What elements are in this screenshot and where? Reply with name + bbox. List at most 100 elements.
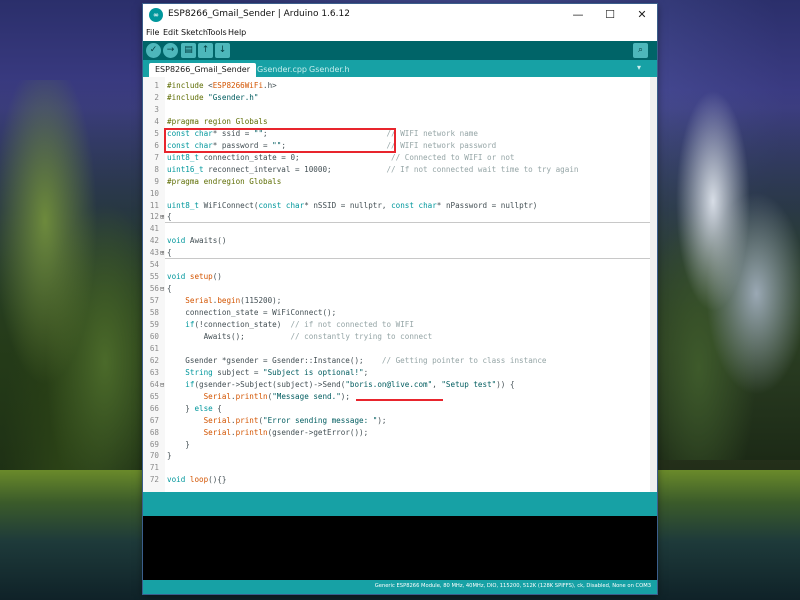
code-line[interactable]: 3 xyxy=(143,104,657,116)
title-bar[interactable]: ∞ ESP8266_Gmail_Sender | Arduino 1.6.12 … xyxy=(143,4,657,26)
maximize-button[interactable]: ☐ xyxy=(595,4,625,26)
line-number: 63 xyxy=(149,367,159,377)
code-token: uint8_t xyxy=(167,200,200,210)
code-text: connection_state = WiFiConnect(); xyxy=(167,307,336,319)
code-token: (gsender->getError()); xyxy=(267,427,369,437)
code-line[interactable]: 68 Serial.println(gsender->getError()); xyxy=(143,427,657,439)
code-line[interactable]: 70} xyxy=(143,450,657,462)
tab-esp8266-gmail-sender[interactable]: ESP8266_Gmail_Sender xyxy=(149,63,257,77)
line-number: 54 xyxy=(149,260,159,270)
code-line[interactable]: 69 } xyxy=(143,439,657,451)
line-number: 9 xyxy=(154,176,159,186)
code-token: setup xyxy=(189,272,213,282)
code-line[interactable]: 72 void loop(){} xyxy=(143,474,657,486)
menu-bar: File Edit Sketch Tools Help xyxy=(143,26,657,41)
code-line[interactable]: 4 #pragma region Globals xyxy=(143,116,657,128)
code-line[interactable]: 42 void Awaits() xyxy=(143,235,657,247)
code-line[interactable]: 7 uint8_t connection_state = 0; // Connec… xyxy=(143,152,657,164)
code-text: } xyxy=(167,439,190,451)
code-token: const xyxy=(391,200,414,210)
code-token: Awaits(); xyxy=(167,331,291,341)
code-line[interactable]: 59 if(!connection_state) // if not conne… xyxy=(143,319,657,331)
code-token: // if not connected to WIFI xyxy=(290,320,414,329)
code-line[interactable]: 58 connection_state = WiFiConnect(); xyxy=(143,307,657,319)
code-line[interactable]: 10 xyxy=(143,188,657,200)
console-output[interactable] xyxy=(143,516,657,580)
line-number: 64 xyxy=(149,379,159,389)
code-token: { xyxy=(167,248,172,258)
code-text: #pragma endregion Globals xyxy=(167,176,281,188)
code-line[interactable]: 66 } else { xyxy=(143,403,657,415)
minimize-button[interactable]: — xyxy=(563,4,593,26)
code-token: #include xyxy=(167,92,209,102)
code-text: #pragma region Globals xyxy=(167,116,268,128)
verify-button[interactable]: ✓ xyxy=(146,43,161,58)
upload-button[interactable]: → xyxy=(163,43,178,58)
code-line[interactable]: 63 String subject = "Subject is optional… xyxy=(143,367,657,379)
toolbar: ✓ → ▤ ↑ ↓ ⌕ xyxy=(143,41,657,60)
menu-file[interactable]: File xyxy=(146,28,159,37)
code-token: { xyxy=(167,212,172,222)
line-number: 7 xyxy=(154,152,159,162)
serial-monitor-button[interactable]: ⌕ xyxy=(633,43,648,58)
code-text: } else { xyxy=(167,403,222,415)
code-line[interactable]: 62 Gsender *gsender = Gsender::Instance(… xyxy=(143,355,657,367)
code-token: } xyxy=(167,439,190,449)
code-line[interactable]: 41 xyxy=(143,223,657,235)
code-line[interactable]: 8 uint16_t reconnect_interval = 10000; //… xyxy=(143,164,657,176)
fold-toggle-icon[interactable]: ⊞ xyxy=(160,211,164,223)
code-editor[interactable]: 1 #include <ESP8266WiFi.h> 2 #include "Gsen… xyxy=(143,77,657,492)
code-token: "Gsender.h" xyxy=(208,92,259,102)
code-line[interactable]: 1 #include <ESP8266WiFi.h> xyxy=(143,80,657,92)
code-token: Gsender *gsender = Gsender::Instance(); xyxy=(167,355,382,365)
menu-help[interactable]: Help xyxy=(228,28,246,37)
code-text: Serial.print("Error sending message: "); xyxy=(167,415,387,427)
close-button[interactable]: ✕ xyxy=(627,4,657,26)
code-line[interactable]: 55 void setup() xyxy=(143,271,657,283)
line-number: 72 xyxy=(149,475,159,485)
code-token: // Getting pointer to class instance xyxy=(381,355,547,365)
line-number: 66 xyxy=(149,403,159,413)
code-token: ); xyxy=(340,391,350,401)
fold-toggle-icon[interactable]: ⊟ xyxy=(160,379,164,391)
code-line[interactable]: 57 Serial.begin(115200); xyxy=(143,295,657,307)
menu-sketch[interactable]: Sketch xyxy=(181,28,208,37)
wifi-credentials-highlight xyxy=(164,128,396,153)
code-token: void xyxy=(167,475,186,485)
code-line[interactable]: 67 Serial.print("Error sending message: … xyxy=(143,415,657,427)
code-line[interactable]: 9 #pragma endregion Globals xyxy=(143,176,657,188)
code-text: { xyxy=(167,283,172,295)
line-number: 69 xyxy=(149,439,159,449)
line-number: 10 xyxy=(149,188,159,198)
line-number: 60 xyxy=(149,331,159,341)
code-line[interactable]: 54 xyxy=(143,259,657,271)
editor-scrollbar[interactable] xyxy=(650,77,657,492)
code-line[interactable]: 56 ⊟{ xyxy=(143,283,657,295)
tab-menu-button[interactable]: ▾ xyxy=(633,63,645,74)
new-sketch-button[interactable]: ▤ xyxy=(181,43,196,58)
email-underline xyxy=(356,399,443,401)
code-line[interactable]: 71 xyxy=(143,462,657,474)
code-line[interactable]: 2 #include "Gsender.h" xyxy=(143,92,657,104)
line-number: 2 xyxy=(154,92,159,102)
fold-toggle-icon[interactable]: ⊞ xyxy=(160,247,164,259)
code-line[interactable]: 11 uint8_t WiFiConnect(const char* nSSID … xyxy=(143,200,657,212)
code-token: ); xyxy=(377,415,387,425)
code-line[interactable]: 60 Awaits(); // constantly trying to con… xyxy=(143,331,657,343)
save-sketch-button[interactable]: ↓ xyxy=(215,43,230,58)
menu-tools[interactable]: Tools xyxy=(207,28,227,37)
line-number: 6 xyxy=(154,140,159,150)
menu-edit[interactable]: Edit xyxy=(163,28,179,37)
tab-gsender-h[interactable]: Gsender.h xyxy=(303,63,356,77)
code-line[interactable]: 61 xyxy=(143,343,657,355)
code-line[interactable]: 64 ⊟ if(gsender->Subject(subject)->Send("… xyxy=(143,379,657,391)
code-token: reconnect_interval = 10000; xyxy=(203,164,387,174)
fold-toggle-icon[interactable]: ⊟ xyxy=(160,283,164,295)
open-sketch-button[interactable]: ↑ xyxy=(198,43,213,58)
code-token: (!connection_state) xyxy=(194,320,291,329)
code-token: ; xyxy=(363,367,369,377)
code-text: if(gsender->Subject(subject)->Send("bori… xyxy=(167,379,514,391)
